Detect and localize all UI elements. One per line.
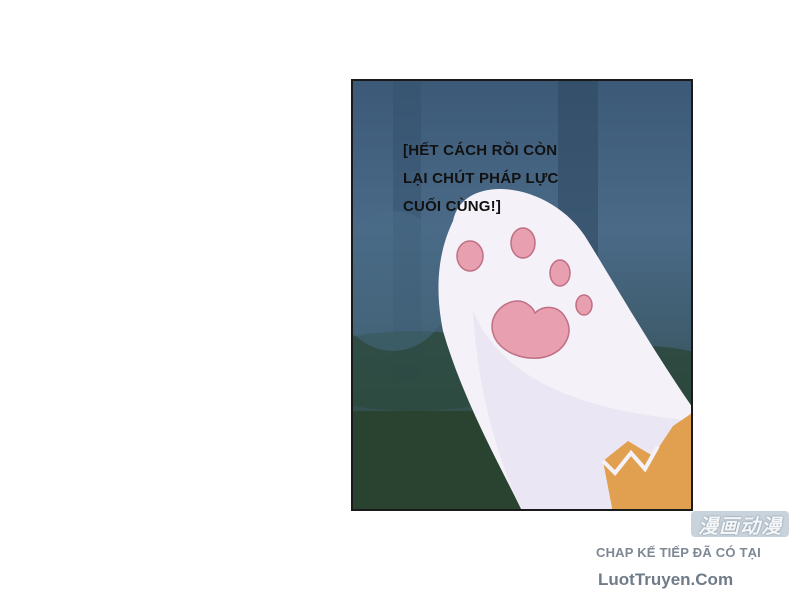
next-chapter-notice: CHAP KẾ TIẾP ĐÃ CÓ TẠI [596, 545, 761, 560]
caption-line: CUỐI CÙNG!] [403, 198, 502, 215]
toe-pad [575, 294, 593, 316]
watermark-logo: 漫画动漫 [691, 511, 789, 538]
site-name-link[interactable]: LuotTruyen.Com [598, 570, 733, 590]
comic-panel: [HẾT CÁCH RỒI CÒN LẠI CHÚT PHÁP LỰC CUỐI… [351, 79, 693, 511]
foliage-blur [353, 211, 453, 351]
caption-line: [HẾT CÁCH RỒI CÒN [403, 142, 558, 159]
toe-pad [549, 259, 571, 287]
toe-pad [510, 227, 536, 259]
speech-caption: [HẾT CÁCH RỒI CÒN LẠI CHÚT PHÁP LỰC CUỐI… [403, 137, 559, 221]
toe-pad [456, 240, 484, 272]
caption-line: LẠI CHÚT PHÁP LỰC [403, 170, 559, 187]
